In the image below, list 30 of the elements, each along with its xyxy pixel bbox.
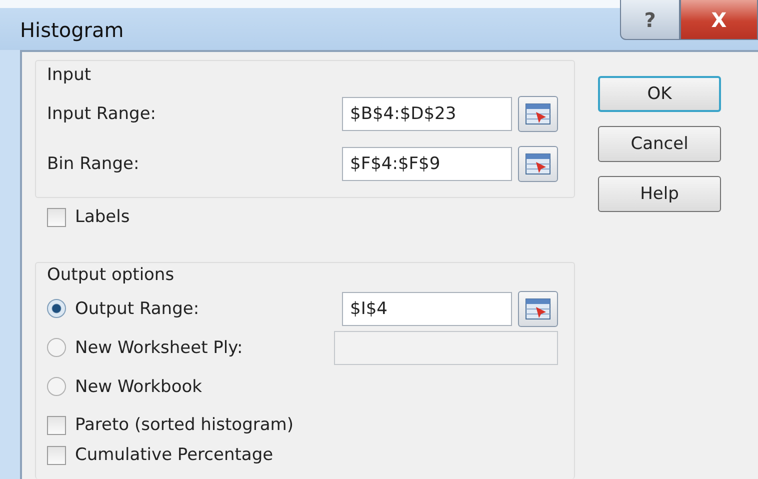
radio-button[interactable] (47, 299, 66, 318)
group-title: Input (47, 65, 92, 85)
radio-label: New Worksheet Ply: (75, 338, 243, 358)
checkbox[interactable] (47, 446, 66, 464)
dialog-button[interactable]: OK (598, 76, 721, 112)
dialog-button[interactable]: Cancel (598, 126, 721, 162)
checkbox-label: Labels (75, 207, 130, 227)
field-label: Bin Range: (47, 154, 140, 174)
range-field[interactable]: $B$4:$D$23 (342, 97, 512, 131)
range-picker-button[interactable] (518, 96, 558, 132)
field-label: Input Range: (47, 104, 156, 124)
range-picker-button[interactable] (518, 290, 558, 326)
range-picker-icon (525, 153, 551, 175)
range-picker-button[interactable] (518, 146, 558, 182)
radio-label: New Workbook (75, 376, 202, 396)
output-field[interactable]: $I$4 (342, 292, 512, 326)
help-button[interactable]: ? (620, 0, 680, 40)
checkbox[interactable] (47, 208, 66, 226)
checkbox[interactable] (47, 416, 66, 434)
range-picker-icon (525, 298, 551, 320)
dialog-button[interactable]: Help (598, 176, 721, 212)
range-picker-icon (525, 103, 551, 125)
window-title: Histogram (20, 18, 124, 42)
range-field[interactable]: $F$4:$F$9 (342, 147, 512, 181)
radio-label: Output Range: (75, 298, 200, 318)
checkbox-label: Cumulative Percentage (75, 445, 274, 465)
checkbox-label: Pareto (sorted histogram) (75, 415, 294, 435)
close-button[interactable]: X (680, 0, 758, 40)
radio-button[interactable] (47, 377, 66, 396)
group-title: Output options (47, 265, 176, 285)
